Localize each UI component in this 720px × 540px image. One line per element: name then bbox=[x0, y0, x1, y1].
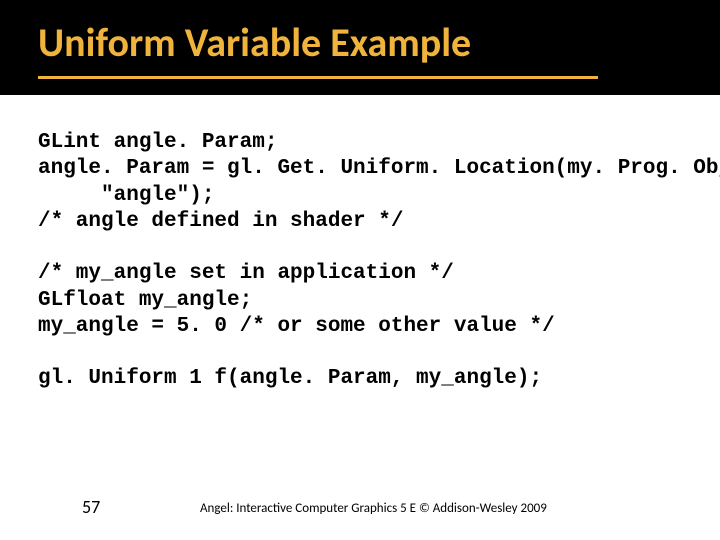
slide: Uniform Variable Example GLint angle. Pa… bbox=[0, 0, 720, 540]
title-underline bbox=[38, 76, 598, 79]
footer-text: Angel: Interactive Computer Graphics 5 E… bbox=[200, 501, 547, 516]
page-number: 57 bbox=[82, 496, 100, 518]
title-bar: Uniform Variable Example bbox=[0, 0, 720, 95]
slide-title: Uniform Variable Example bbox=[38, 18, 720, 67]
code-block: GLint angle. Param; angle. Param = gl. G… bbox=[38, 130, 688, 393]
